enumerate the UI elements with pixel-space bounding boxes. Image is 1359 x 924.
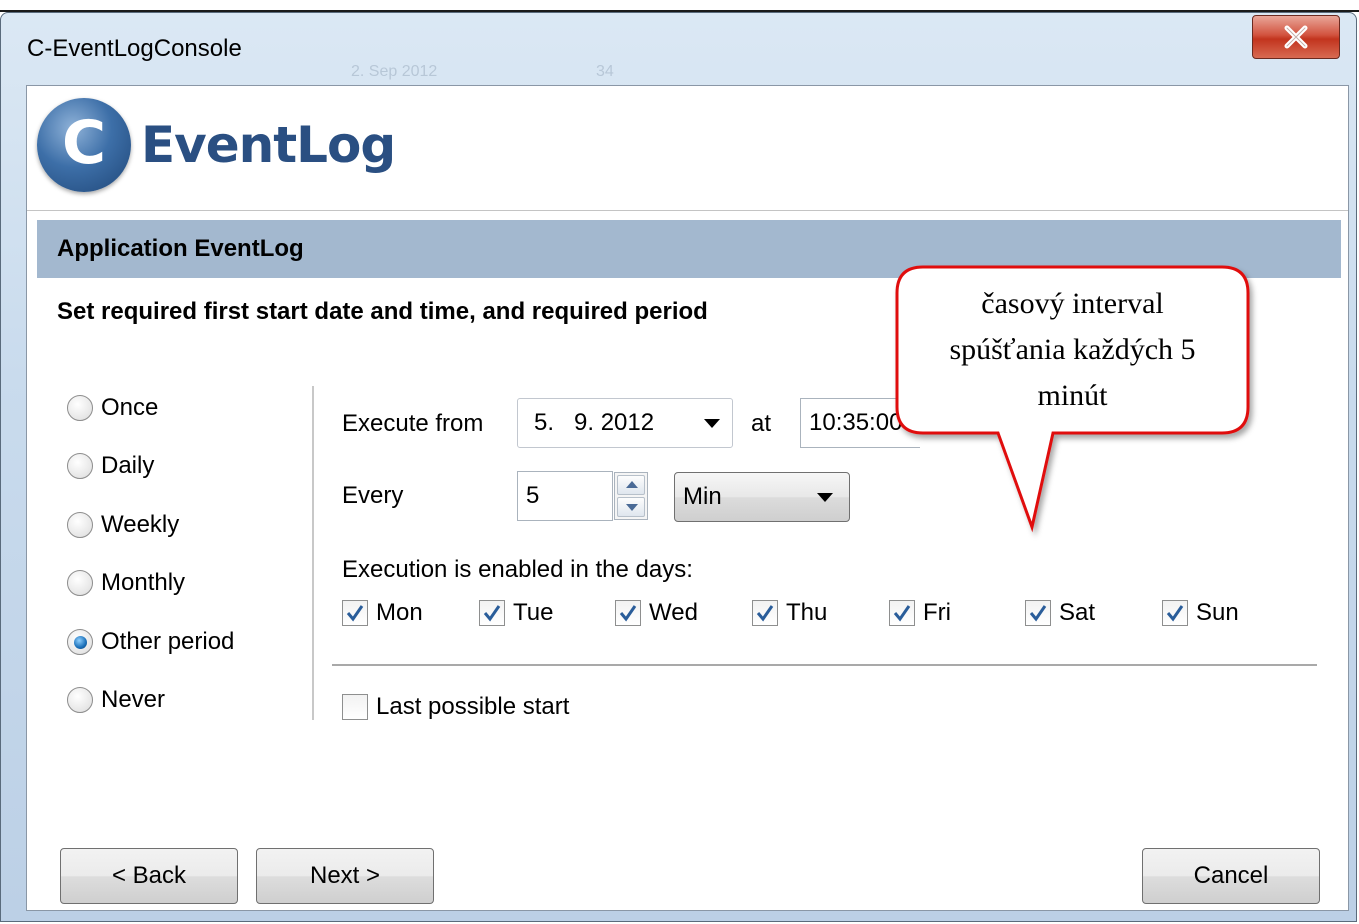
stepper-down-button[interactable] (617, 497, 645, 517)
checkbox-label: Wed (649, 599, 698, 626)
radio-dot (73, 635, 87, 649)
annotation-callout: časový interval spúšťania každých 5 minú… (895, 265, 1250, 533)
date-picker[interactable]: 5. 9. 2012 (517, 398, 733, 448)
every-value: 5 (526, 482, 540, 509)
checkmark-icon (756, 605, 774, 622)
radio-label: Never (101, 686, 166, 713)
horizontal-divider (332, 664, 1317, 666)
radio-label: Once (101, 394, 159, 421)
checkmark-icon (1166, 605, 1184, 622)
callout-text-line: časový interval (981, 287, 1164, 320)
radio-button[interactable] (67, 687, 93, 713)
checkbox-wed[interactable]: Wed (615, 596, 698, 630)
screen-top-edge (0, 0, 1359, 12)
radio-label: Weekly (101, 511, 180, 538)
at-label: at (751, 410, 772, 437)
callout-text-line: spúšťania každých 5 (949, 333, 1196, 366)
checkbox-tue[interactable]: Tue (479, 596, 553, 630)
checkbox-label: Sun (1196, 599, 1239, 626)
radio-once[interactable]: Once (67, 388, 158, 428)
checkbox-label: Sat (1059, 599, 1096, 626)
checkbox-box[interactable] (752, 600, 778, 626)
radio-label: Daily (101, 452, 155, 479)
every-label: Every (342, 482, 404, 509)
radio-label: Monthly (101, 569, 186, 596)
date-value: 5. 9. 2012 (534, 409, 655, 436)
checkmark-icon (483, 605, 501, 622)
checkbox-label: Last possible start (376, 693, 570, 720)
header-banner: C EventLog (27, 86, 1348, 211)
checkbox-box[interactable] (342, 600, 368, 626)
window-title: C-EventLogConsole (27, 35, 242, 62)
logo-icon: C (37, 98, 131, 192)
radio-button[interactable] (67, 453, 93, 479)
radio-button[interactable] (67, 395, 93, 421)
logo-text: EventLog (141, 116, 396, 174)
checkbox-box[interactable] (1025, 600, 1051, 626)
checkbox-box[interactable] (889, 600, 915, 626)
background-text: 34 (596, 63, 614, 80)
checkbox-box[interactable] (615, 600, 641, 626)
checkbox-box[interactable] (479, 600, 505, 626)
every-value-input[interactable]: 5 (517, 471, 613, 521)
radio-other-period[interactable]: Other period (67, 622, 234, 662)
days-label: Execution is enabled in the days: (342, 556, 693, 583)
checkmark-icon (619, 605, 637, 622)
radio-never[interactable]: Never (67, 680, 165, 720)
checkbox-label: Mon (376, 599, 423, 626)
checkbox-fri[interactable]: Fri (889, 596, 951, 630)
logo-letter: C (61, 108, 107, 178)
chevron-down-icon[interactable] (817, 493, 833, 502)
checkbox-label: Thu (786, 599, 828, 626)
checkbox-box[interactable] (1162, 600, 1188, 626)
checkbox-thu[interactable]: Thu (752, 596, 827, 630)
radio-weekly[interactable]: Weekly (67, 505, 179, 545)
checkbox-label: Tue (513, 599, 554, 626)
chevron-down-icon[interactable] (704, 419, 720, 428)
stepper-up-button[interactable] (617, 475, 645, 495)
checkbox-last-possible-start[interactable]: Last possible start (342, 690, 569, 724)
checkbox-label: Fri (923, 599, 951, 626)
radio-button-selected[interactable] (67, 629, 93, 655)
radio-monthly[interactable]: Monthly (67, 563, 185, 603)
close-icon (1284, 25, 1308, 49)
section-title: Application EventLog (57, 235, 304, 262)
checkbox-mon[interactable]: Mon (342, 596, 423, 630)
radio-button[interactable] (67, 512, 93, 538)
radio-label: Other period (101, 628, 235, 655)
checkmark-icon (1029, 605, 1047, 622)
instruction-text: Set required first start date and time, … (57, 298, 708, 325)
checkbox-box[interactable] (342, 694, 368, 720)
radio-daily[interactable]: Daily (67, 446, 154, 486)
unit-value: Min (683, 483, 722, 510)
arrow-down-icon (626, 504, 638, 511)
radio-button[interactable] (67, 570, 93, 596)
callout-text-line: minút (1037, 379, 1108, 412)
background-text: 2. Sep 2012 (351, 63, 438, 80)
every-stepper[interactable] (614, 472, 648, 520)
checkmark-icon (893, 605, 911, 622)
checkbox-sat[interactable]: Sat (1025, 596, 1095, 630)
cancel-button[interactable]: Cancel (1142, 848, 1320, 904)
arrow-up-icon (626, 481, 638, 488)
unit-select[interactable]: Min (674, 472, 850, 522)
next-button[interactable]: Next > (256, 848, 434, 904)
back-button[interactable]: < Back (60, 848, 238, 904)
vertical-divider (312, 386, 314, 720)
checkbox-sun[interactable]: Sun (1162, 596, 1239, 630)
checkmark-icon (346, 605, 364, 622)
execute-from-label: Execute from (342, 410, 484, 437)
title-bar[interactable]: C-EventLogConsole 2. Sep 2012 34 (1, 13, 1356, 85)
time-value: 10:35:00 (809, 409, 903, 436)
close-button[interactable] (1252, 15, 1340, 59)
